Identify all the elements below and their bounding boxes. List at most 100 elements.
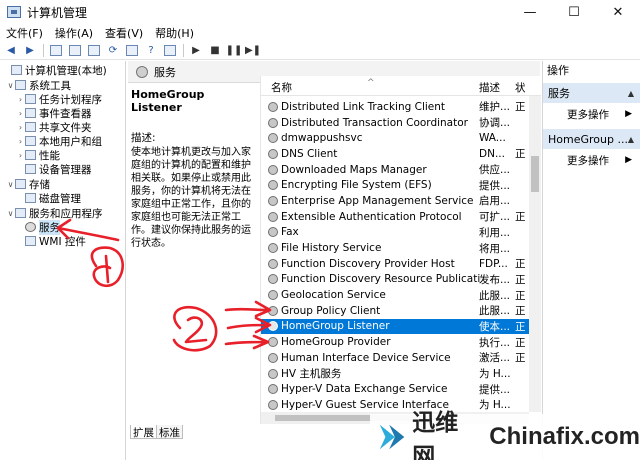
service-description: 启用...	[479, 195, 511, 208]
service-row[interactable]: HV 主机服务 为 H...	[261, 366, 529, 382]
list-header: 名称 ^ 描述 状	[261, 76, 541, 96]
scroll-thumb[interactable]	[531, 156, 539, 192]
service-gear-icon	[268, 305, 278, 316]
service-row[interactable]: Fax 利用...	[261, 225, 529, 241]
tree-item-performance[interactable]: › 性能	[16, 148, 60, 162]
refresh-icon[interactable]: ⟳	[106, 44, 120, 58]
back-icon[interactable]: ◀	[4, 44, 18, 58]
vertical-scrollbar[interactable]	[529, 96, 541, 412]
storage-icon	[15, 179, 26, 189]
service-row[interactable]: Hyper-V Data Exchange Service 提供...	[261, 381, 529, 397]
expand-arrow-icon[interactable]: ›	[16, 109, 25, 118]
services-gear-icon	[25, 222, 36, 232]
more-actions-link[interactable]: 更多操作 ▶	[543, 103, 640, 125]
properties-icon[interactable]	[87, 44, 101, 58]
service-row[interactable]: Function Discovery Resource Publication 发…	[261, 272, 529, 288]
service-row[interactable]: Hyper-V Guest Service Interface 为 H...	[261, 397, 529, 413]
more-actions-link[interactable]: 更多操作 ▶	[543, 149, 640, 171]
service-row[interactable]: Human Interface Device Service 激活... 正	[261, 350, 529, 366]
service-row[interactable]: Distributed Transaction Coordinator 协调...	[261, 115, 529, 131]
service-gear-icon	[268, 195, 278, 206]
tree-item-task-scheduler[interactable]: › 任务计划程序	[16, 92, 102, 106]
expand-arrow-icon[interactable]: ›	[16, 95, 25, 104]
service-row[interactable]: HomeGroup Provider 执行... 正	[261, 334, 529, 350]
column-header-description[interactable]: 描述	[479, 80, 500, 95]
tree-item-local-users[interactable]: › 本地用户和组	[16, 134, 102, 148]
start-service-icon[interactable]: ▶	[189, 44, 203, 58]
service-gear-icon	[268, 180, 278, 191]
service-row[interactable]: Encrypting File System (EFS) 提供...	[261, 177, 529, 193]
tab-standard[interactable]: 标准	[156, 425, 183, 439]
menu-action[interactable]: 操作(A)	[55, 25, 93, 41]
service-row[interactable]: Enterprise App Management Service 启用...	[261, 193, 529, 209]
tree-item-computer-management[interactable]: 计算机管理(本地)	[2, 63, 107, 77]
service-gear-icon	[268, 290, 278, 301]
stop-service-icon[interactable]: ■	[208, 44, 222, 58]
tree-item-storage[interactable]: ∨ 存储	[6, 177, 50, 191]
service-gear-icon	[268, 258, 278, 269]
close-button[interactable]: ✕	[596, 0, 640, 24]
service-row[interactable]: Extensible Authentication Protocol 可扩... 正	[261, 209, 529, 225]
actions-section-homegroup[interactable]: HomeGroup ... ▲	[543, 129, 640, 149]
actions-section-services[interactable]: 服务 ▲	[543, 83, 640, 103]
service-row[interactable]: dmwappushsvc WA...	[261, 130, 529, 146]
tree-item-shared-folders[interactable]: › 共享文件夹	[16, 120, 92, 134]
tree-item-system-tools[interactable]: ∨ 系统工具	[6, 78, 71, 92]
minimize-button[interactable]: —	[508, 0, 552, 24]
service-row[interactable]: DNS Client DN... 正	[261, 146, 529, 162]
service-status: 正	[515, 320, 526, 333]
collapse-up-icon[interactable]: ▲	[628, 135, 634, 144]
service-row[interactable]: Geolocation Service 此服... 正	[261, 287, 529, 303]
column-header-name[interactable]: 名称	[271, 80, 292, 95]
restart-service-icon[interactable]: ▶❚	[245, 44, 261, 58]
sort-up-icon: ^	[367, 78, 375, 88]
export-list-icon[interactable]	[125, 44, 139, 58]
help-topics-icon[interactable]	[163, 44, 177, 58]
forward-icon[interactable]: ▶	[23, 44, 37, 58]
collapse-up-icon[interactable]: ▲	[628, 89, 634, 98]
help-icon[interactable]: ?	[144, 44, 158, 58]
column-header-status[interactable]: 状	[515, 80, 526, 95]
tree-item-services[interactable]: 服务	[16, 219, 60, 235]
menu-file[interactable]: 文件(F)	[6, 25, 43, 41]
service-description: DN...	[479, 147, 505, 160]
toolbar-separator	[43, 44, 44, 57]
tree-item-event-viewer[interactable]: › 事件查看器	[16, 106, 92, 120]
expand-arrow-icon[interactable]: ›	[16, 137, 25, 146]
service-row[interactable]: Downloaded Maps Manager 供应...	[261, 162, 529, 178]
expand-arrow-icon[interactable]: ∨	[6, 81, 15, 90]
service-description: 此服...	[479, 305, 511, 318]
tree-item-device-manager[interactable]: 设备管理器	[16, 162, 92, 176]
service-row[interactable]: File History Service 将用...	[261, 240, 529, 256]
tree-item-label: 存储	[29, 178, 50, 191]
menu-view[interactable]: 查看(V)	[105, 25, 143, 41]
up-folder-icon[interactable]	[49, 44, 63, 58]
tree-item-label: 共享文件夹	[39, 121, 92, 134]
show-hide-tree-icon[interactable]	[68, 44, 82, 58]
tree-item-services-and-apps[interactable]: ∨ 服务和应用程序	[6, 206, 103, 220]
service-name: HomeGroup Listener	[281, 320, 390, 333]
selected-service-title: HomeGroup Listener	[131, 88, 205, 114]
tree-item-wmi-control[interactable]: WMI 控件	[16, 234, 86, 248]
service-description: 使本...	[479, 320, 511, 333]
maximize-button[interactable]: ☐	[552, 0, 596, 24]
menu-help[interactable]: 帮助(H)	[155, 25, 194, 41]
service-description: 为 H...	[479, 399, 511, 412]
expand-arrow-icon[interactable]: ›	[16, 151, 25, 160]
expand-arrow-icon[interactable]: ∨	[6, 209, 15, 218]
system-tools-icon	[15, 80, 26, 90]
service-gear-icon	[268, 368, 278, 379]
shared-folder-icon	[25, 122, 36, 132]
service-row[interactable]: Function Discovery Provider Host FDP... 正	[261, 256, 529, 272]
tab-extended[interactable]: 扩展	[130, 425, 157, 439]
service-description: 维护...	[479, 101, 511, 114]
service-row[interactable]: Distributed Link Tracking Client 维护... 正	[261, 99, 529, 115]
service-name: Fax	[281, 226, 299, 239]
pause-service-icon[interactable]: ❚❚	[226, 44, 243, 58]
expand-arrow-icon[interactable]: ›	[16, 123, 25, 132]
service-name: Hyper-V Data Exchange Service	[281, 383, 448, 396]
expand-arrow-icon[interactable]: ∨	[6, 180, 15, 189]
tree-item-disk-management[interactable]: 磁盘管理	[16, 191, 81, 205]
service-row[interactable]: HomeGroup Listener 使本... 正	[261, 318, 529, 335]
service-row[interactable]: Group Policy Client 此服... 正	[261, 303, 529, 319]
